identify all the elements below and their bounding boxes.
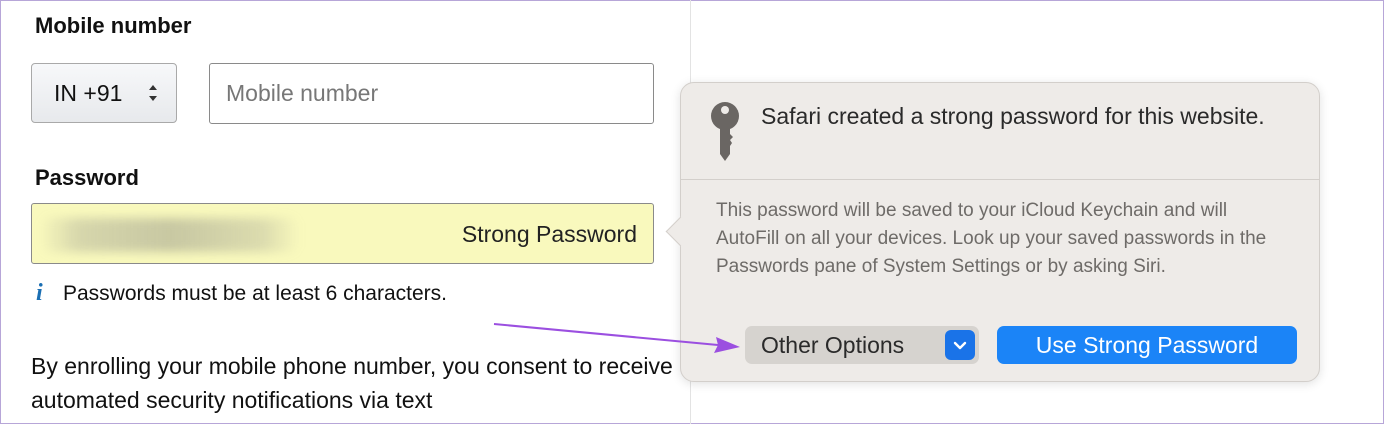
key-icon <box>711 102 739 161</box>
popover-body-text: This password will be saved to your iClo… <box>716 200 1267 277</box>
up-down-chevron-icon <box>149 85 157 101</box>
password-hint-text: Passwords must be at least 6 characters. <box>63 281 447 305</box>
mobile-number-placeholder: Mobile number <box>226 80 379 106</box>
popover-tail <box>665 216 696 247</box>
other-options-label: Other Options <box>761 331 905 358</box>
mobile-number-label: Mobile number <box>35 13 192 38</box>
password-label: Password <box>35 165 139 190</box>
other-options-button[interactable]: Other Options <box>745 326 979 364</box>
other-options-dropdown[interactable] <box>945 330 975 360</box>
mobile-number-input[interactable]: Mobile number <box>209 63 654 124</box>
chevron-down-icon <box>953 341 967 350</box>
password-input[interactable]: Strong Password <box>31 203 654 264</box>
consent-text: By enrolling your mobile phone number, y… <box>31 353 673 413</box>
password-hint: i Passwords must be at least 6 character… <box>36 280 447 307</box>
password-masked-value <box>40 218 300 252</box>
password-strength-label: Strong Password <box>461 221 637 247</box>
info-icon: i <box>36 280 43 306</box>
use-strong-password-button[interactable]: Use Strong Password <box>997 326 1297 364</box>
country-code-select[interactable]: IN +91 <box>31 63 177 123</box>
popover-separator <box>681 179 1319 180</box>
country-code-value: IN +91 <box>54 79 123 106</box>
popover-title: Safari created a strong password for thi… <box>761 103 1265 129</box>
safari-strong-password-popover: Safari created a strong password for thi… <box>665 82 1320 382</box>
